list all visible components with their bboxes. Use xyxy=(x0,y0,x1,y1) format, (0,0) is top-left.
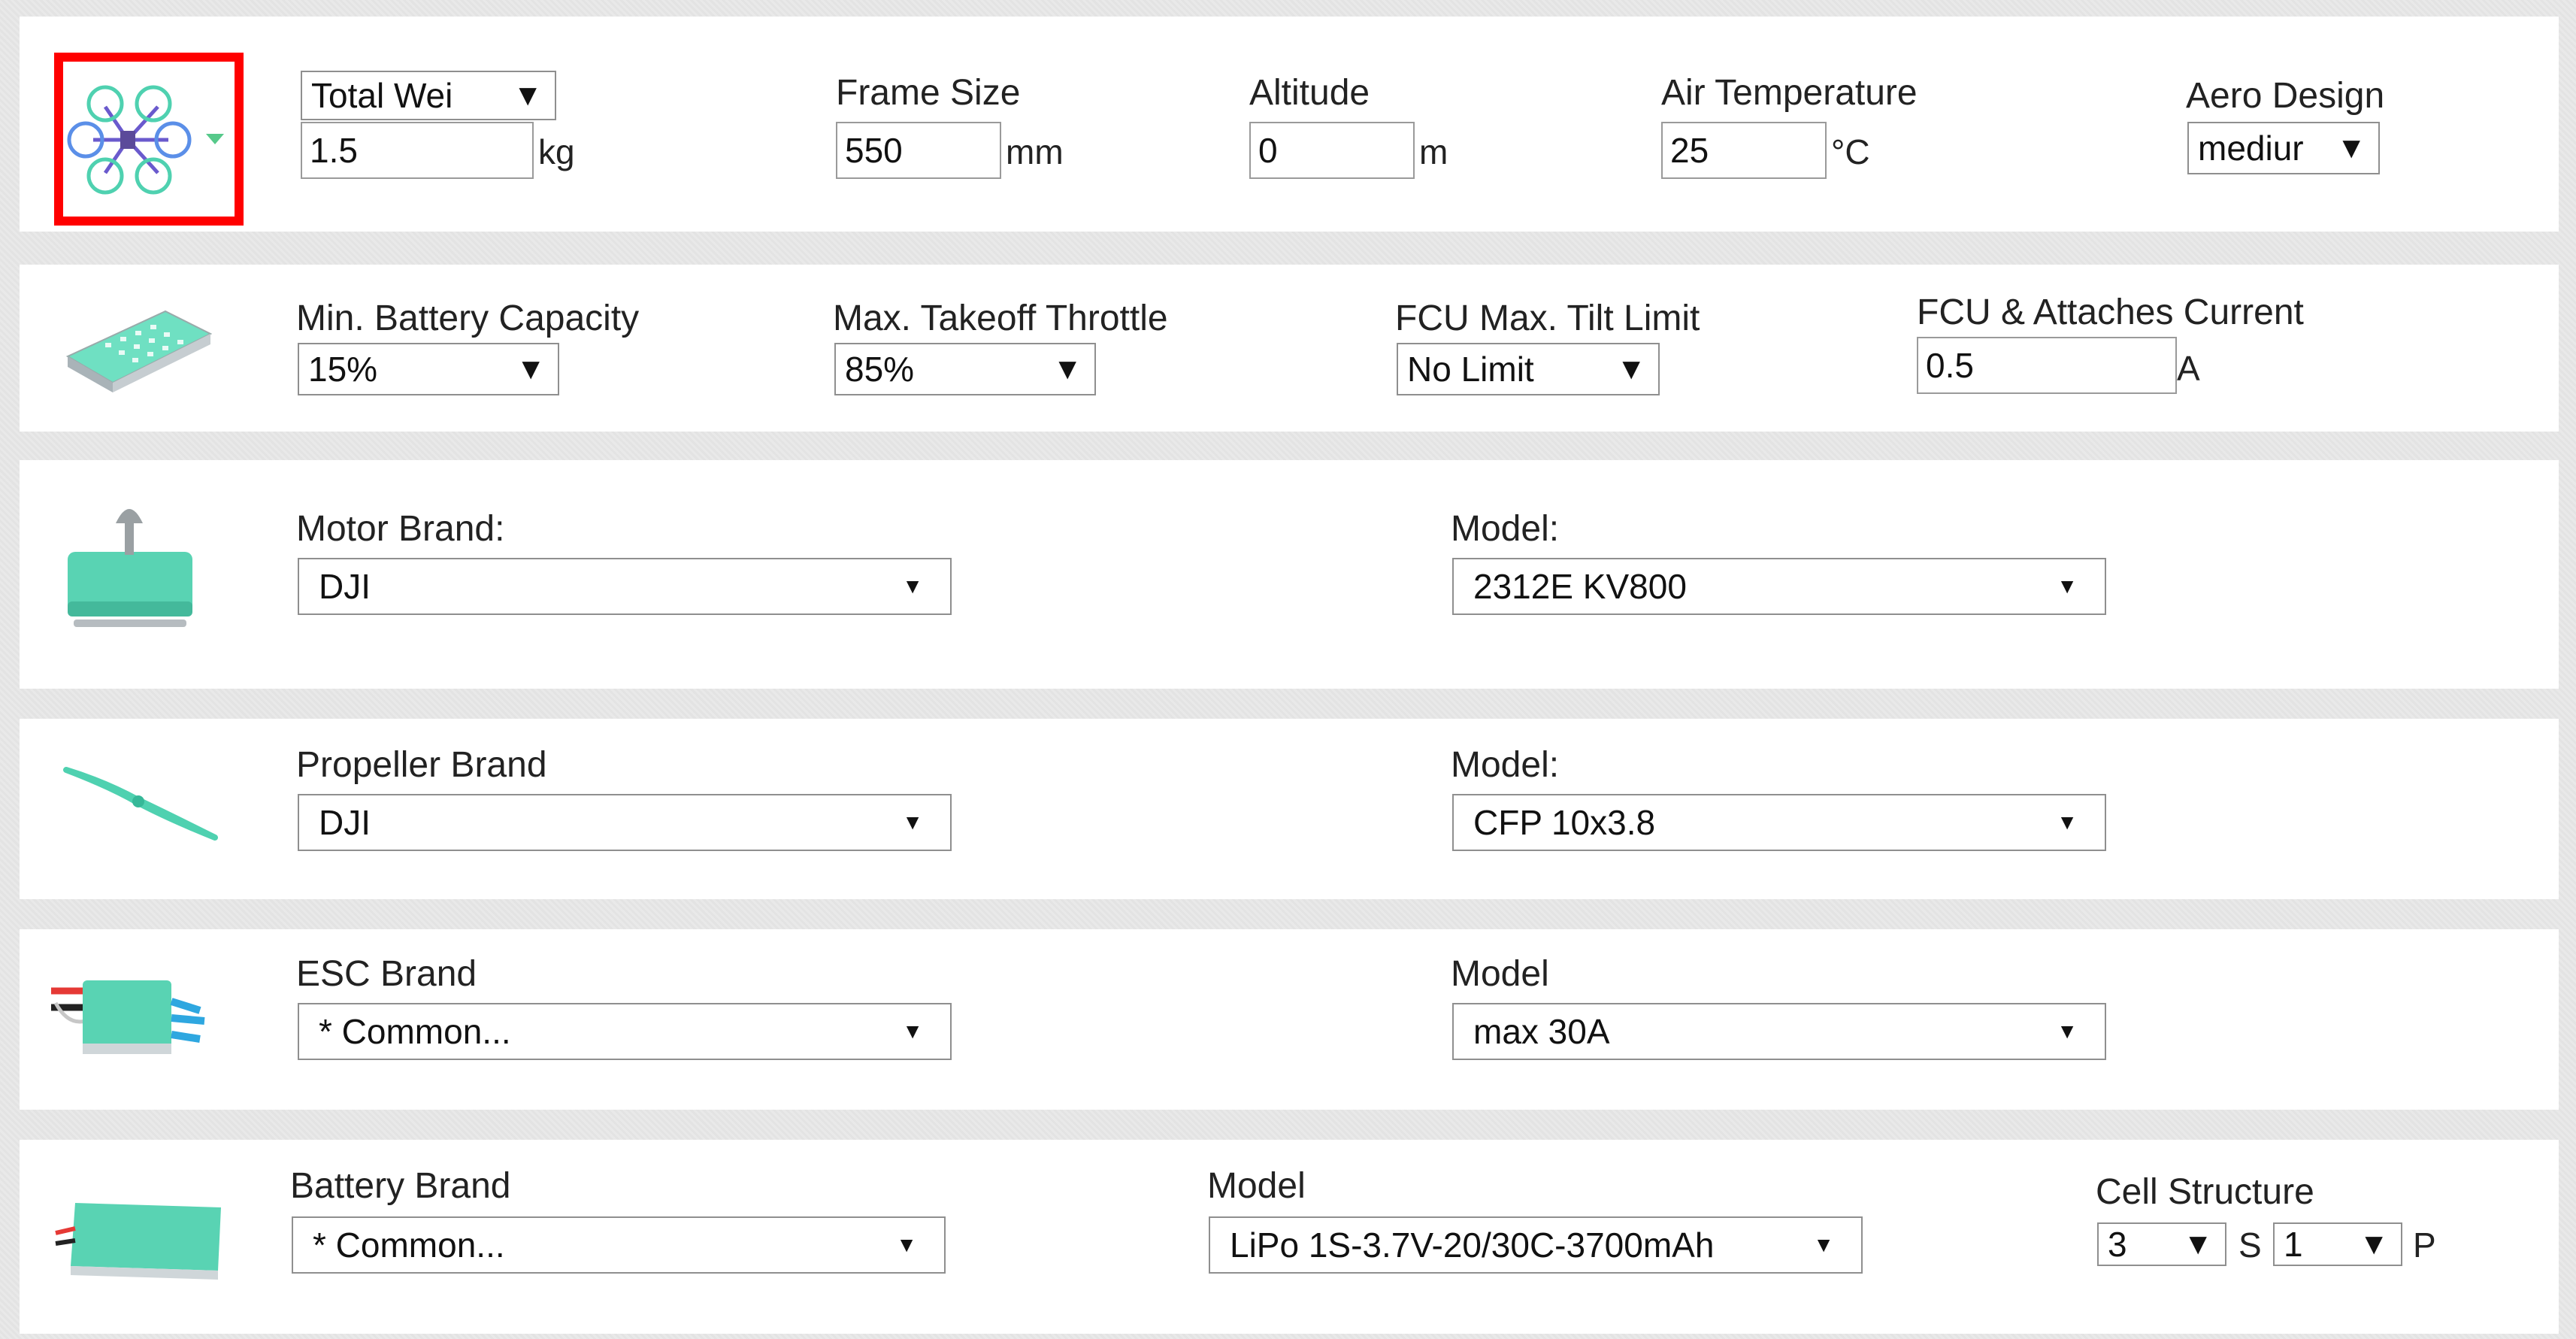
hexacopter-frame-icon[interactable] xyxy=(63,62,235,217)
altitude-unit: m xyxy=(1419,132,1448,171)
general-settings-row: Total Wei ▼ 1.5 kg Frame Size 550 mm Alt… xyxy=(20,17,2559,232)
chevron-down-icon: ▼ xyxy=(896,1233,917,1256)
frame-size-unit: mm xyxy=(1006,132,1064,171)
motor-model-value: 2312E KV800 xyxy=(1473,567,1687,606)
battery-pack-icon xyxy=(55,1203,221,1280)
propeller-brand-label: Propeller Brand xyxy=(296,745,547,785)
chevron-down-icon: ▼ xyxy=(902,574,923,598)
calculator-page: Total Wei ▼ 1.5 kg Frame Size 550 mm Alt… xyxy=(0,0,2576,1339)
cell-series-select[interactable]: 3 ▼ xyxy=(2097,1222,2226,1266)
current-unit: A xyxy=(2177,349,2200,388)
frame-size-label: Frame Size xyxy=(836,73,1021,113)
air-temperature-input[interactable]: 25 xyxy=(1661,122,1827,179)
propeller-model-select[interactable]: CFP 10x3.8 ▼ xyxy=(1452,794,2106,851)
esc-brand-label: ESC Brand xyxy=(296,954,477,994)
battery-model-value: LiPo 1S-3.7V-20/30C-3700mAh xyxy=(1230,1225,1715,1265)
chevron-down-icon: ▼ xyxy=(516,353,546,386)
weight-mode-value: Total Wei xyxy=(311,76,453,115)
chevron-down-icon: ▼ xyxy=(902,810,923,834)
chevron-down-icon: ▼ xyxy=(2336,132,2366,165)
battery-row: Battery Brand * Common... ▼ Model LiPo 1… xyxy=(20,1140,2559,1334)
chevron-down-icon: ▼ xyxy=(2057,1019,2078,1043)
fcu-tilt-limit-select[interactable]: No Limit ▼ xyxy=(1397,343,1660,395)
chevron-down-icon: ▼ xyxy=(2057,574,2078,598)
fcu-tilt-limit-label: FCU Max. Tilt Limit xyxy=(1395,298,1700,338)
air-temperature-label: Air Temperature xyxy=(1661,73,1918,113)
max-takeoff-throttle-value: 85% xyxy=(845,350,915,389)
chevron-down-icon: ▼ xyxy=(2359,1228,2389,1261)
esc-model-value: max 30A xyxy=(1473,1012,1610,1051)
motor-row: Motor Brand: DJI ▼ Model: 2312E KV800 ▼ xyxy=(20,460,2559,689)
esc-brand-select[interactable]: * Common... ▼ xyxy=(298,1003,952,1060)
esc-brand-value: * Common... xyxy=(319,1012,511,1051)
motor-model-select[interactable]: 2312E KV800 ▼ xyxy=(1452,558,2106,615)
min-battery-capacity-label: Min. Battery Capacity xyxy=(296,298,640,338)
min-battery-capacity-value: 15% xyxy=(308,350,378,389)
motor-brand-value: DJI xyxy=(319,567,371,606)
parallel-unit: P xyxy=(2413,1225,2436,1265)
esc-model-label: Model xyxy=(1451,954,1549,994)
propeller-brand-value: DJI xyxy=(319,803,371,842)
fcu-attaches-current-label: FCU & Attaches Current xyxy=(1917,292,2304,332)
motor-icon xyxy=(68,509,192,627)
battery-board-icon xyxy=(65,310,213,392)
chevron-down-icon: ▼ xyxy=(2183,1228,2213,1261)
chevron-down-icon: ▼ xyxy=(1616,353,1646,386)
cell-structure-label: Cell Structure xyxy=(2096,1172,2314,1212)
propeller-icon xyxy=(63,767,218,841)
propeller-model-value: CFP 10x3.8 xyxy=(1473,803,1656,842)
max-takeoff-throttle-select[interactable]: 85% ▼ xyxy=(834,343,1096,395)
max-takeoff-throttle-label: Max. Takeoff Throttle xyxy=(833,298,1168,338)
chevron-down-icon: ▼ xyxy=(513,79,543,112)
esc-model-select[interactable]: max 30A ▼ xyxy=(1452,1003,2106,1060)
chevron-down-icon: ▼ xyxy=(902,1019,923,1043)
chevron-down-icon: ▼ xyxy=(1813,1233,1834,1256)
motor-brand-label: Motor Brand: xyxy=(296,509,505,549)
esc-row: ESC Brand * Common... ▼ Model max 30A ▼ xyxy=(20,929,2559,1110)
propeller-brand-select[interactable]: DJI ▼ xyxy=(298,794,952,851)
frame-size-input[interactable]: 550 xyxy=(836,122,1001,179)
weight-mode-select[interactable]: Total Wei ▼ xyxy=(301,71,556,120)
propeller-row: Propeller Brand DJI ▼ Model: CFP 10x3.8 … xyxy=(20,719,2559,899)
flight-controller-row: Min. Battery Capacity 15% ▼ Max. Takeoff… xyxy=(20,265,2559,432)
aero-design-select[interactable]: mediur ▼ xyxy=(2187,122,2380,174)
battery-model-select[interactable]: LiPo 1S-3.7V-20/30C-3700mAh ▼ xyxy=(1209,1216,1863,1274)
cell-parallel-value: 1 xyxy=(2284,1225,2303,1264)
aero-design-label: Aero Design xyxy=(2186,76,2385,116)
altitude-input[interactable]: 0 xyxy=(1249,122,1415,179)
cell-parallel-select[interactable]: 1 ▼ xyxy=(2273,1222,2402,1266)
battery-brand-value: * Common... xyxy=(313,1225,505,1265)
min-battery-capacity-select[interactable]: 15% ▼ xyxy=(298,343,559,395)
battery-brand-label: Battery Brand xyxy=(290,1166,511,1206)
battery-brand-select[interactable]: * Common... ▼ xyxy=(292,1216,946,1274)
temperature-unit: °C xyxy=(1831,132,1870,171)
altitude-label: Altitude xyxy=(1249,73,1370,113)
esc-icon xyxy=(51,980,205,1054)
aero-design-value: mediur xyxy=(2198,129,2304,168)
chevron-down-icon: ▼ xyxy=(2057,810,2078,834)
battery-model-label: Model xyxy=(1207,1166,1306,1206)
weight-unit: kg xyxy=(538,132,575,171)
propeller-model-label: Model: xyxy=(1451,745,1560,785)
fcu-tilt-limit-value: No Limit xyxy=(1407,350,1534,389)
motor-model-label: Model: xyxy=(1451,509,1560,549)
fcu-attaches-current-input[interactable]: 0.5 xyxy=(1917,337,2177,394)
frame-type-selector[interactable] xyxy=(54,53,244,226)
motor-brand-select[interactable]: DJI ▼ xyxy=(298,558,952,615)
cell-series-value: 3 xyxy=(2108,1225,2127,1264)
series-unit: S xyxy=(2238,1225,2262,1265)
chevron-down-icon: ▼ xyxy=(1052,353,1082,386)
total-weight-input[interactable]: 1.5 xyxy=(301,122,534,179)
